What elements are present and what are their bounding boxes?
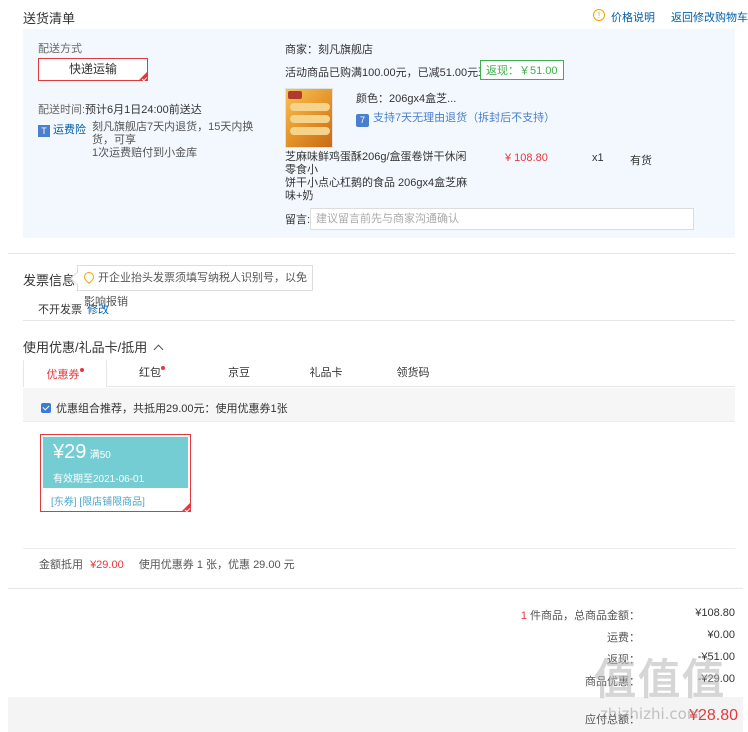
divider [23, 320, 735, 321]
shipping-box: 配送方式 快递运输 配送时间: 预计6月1日24:00前送达 T 运费险 刻凡旗舰… [23, 29, 735, 238]
price-note-link[interactable]: 价格说明 [611, 9, 655, 25]
coupon-section-title[interactable]: 使用优惠/礼品卡/抵用 [23, 337, 164, 356]
delivery-time-label: 配送时间: [38, 104, 86, 116]
goods-total: ¥108.80 [695, 607, 735, 619]
tab-redeem-code[interactable]: 领货码 [380, 359, 446, 387]
watermark-logo: 值值值 [594, 655, 727, 704]
tab-gift-card-label: 礼品卡 [309, 367, 343, 379]
tab-jd-beans[interactable]: 京豆 [209, 359, 269, 387]
tab-coupons[interactable]: 优惠券 [23, 359, 107, 387]
summary-amount: ¥29.00 [90, 559, 124, 571]
tab-coupons-label: 优惠券 [46, 369, 80, 381]
invoice-edit-link[interactable]: 修改 [87, 304, 109, 316]
invoice-tip: 开企业抬头发票须填写纳税人识别号，以免影响报销 [77, 265, 313, 308]
selected-check-icon [181, 502, 191, 512]
product-price: ¥ 108.80 [505, 152, 548, 164]
product-name-line-1: 芝麻味鲜鸡蛋酥206g/盒蛋卷饼干休闲零食小 [285, 151, 467, 176]
product-name-line-2: 饼干小点心杠鹅的食品 206gx4盒芝麻味+奶 [285, 177, 468, 202]
tab-redeem-code-label: 领货码 [396, 367, 430, 379]
coupon-tabs: 优惠券 红包 京豆 礼品卡 领货码 [23, 359, 735, 387]
delivery-method-text: 快递运输 [68, 62, 117, 76]
coupon-summary: 金额抵用 ¥29.00 使用优惠券 1 张，优惠 29.00 元 [23, 548, 735, 580]
delivery-time: 预计6月1日24:00前送达 [85, 104, 202, 116]
location-tip-icon [81, 269, 97, 285]
freight-text-line-2: 1次运费赔付到小金库 [92, 147, 198, 159]
new-dot [161, 366, 165, 370]
coupon-condition: 满50 [89, 450, 111, 461]
selected-check-icon [138, 71, 148, 81]
coupon-scope: [东券] [限店铺限商品] [51, 497, 145, 508]
chevron-up-icon [153, 344, 164, 355]
order-items-panel: 商家：刻凡旗舰店 活动商品已购满100.00元，已减51.00元现金 返现：￥5… [271, 29, 735, 238]
goods-total-label: 1 件商品，总商品金额： [420, 607, 640, 623]
item-count-label: 件商品，总商品金额： [530, 610, 640, 622]
product-color: 颜色：206gx4盒芝... [356, 93, 457, 105]
rebate-tag: 返现：￥51.00 [480, 60, 564, 80]
delivery-method-label: 配送方式 [38, 43, 82, 55]
tab-gift-card[interactable]: 礼品卡 [293, 359, 359, 387]
delivery-panel: 配送方式 快递运输 配送时间: 预计6月1日24:00前送达 T 运费险 刻凡旗舰… [23, 29, 271, 238]
product-name[interactable]: 芝麻味鲜鸡蛋酥206g/盒蛋卷饼干休闲零食小 饼干小点心杠鹅的食品 206gx4… [285, 151, 475, 203]
coupon-amount: ¥29 [53, 441, 87, 463]
seven-day-return-icon: 7 [356, 114, 369, 127]
freight-insurance[interactable]: T 运费险 [38, 121, 86, 137]
invoice-tip-text: 开企业抬头发票须填写纳税人识别号，以免影响报销 [84, 272, 307, 308]
freight-insurance-icon: T [38, 125, 50, 137]
freight-value: ¥0.00 [707, 629, 735, 641]
summary-label: 金额抵用 [39, 559, 83, 571]
freight-label: 运费： [607, 632, 640, 644]
invoice-status: 不开发票 修改 [38, 301, 109, 317]
product-image[interactable] [285, 88, 333, 148]
stock-status: 有货 [630, 155, 652, 167]
shipping-list-title: 送货清单 [23, 11, 76, 26]
tab-red-packet-label: 红包 [139, 367, 161, 379]
invoice-title: 发票信息 [23, 273, 76, 288]
promo-text: 活动商品已购满100.00元，已减51.00元现金 [285, 67, 501, 79]
delivery-method-button[interactable]: 快递运输 [38, 58, 148, 81]
info-icon[interactable]: ! [593, 9, 605, 21]
note-input[interactable]: 建议留言前先与商家沟通确认 [310, 208, 694, 230]
freight-insurance-label[interactable]: 运费险 [53, 124, 86, 136]
coupon-expiry: 有效期至2021-06-01 [53, 474, 145, 485]
summary-text: 使用优惠券 1 张，优惠 29.00 元 [138, 559, 295, 571]
note-label: 留言: [285, 214, 311, 226]
freight-text-line-1: 刻凡旗舰店7天内退货，15天内换货，可享 [92, 121, 254, 146]
coupon-title-text: 使用优惠/礼品卡/抵用 [23, 340, 148, 355]
divider [8, 253, 735, 254]
coupon-card[interactable]: ¥29 满50 有效期至2021-06-01 [东券] [限店铺限商品] [40, 434, 191, 512]
new-dot [79, 368, 84, 372]
back-to-cart-link[interactable]: 返回修改购物车 [671, 9, 748, 25]
combo-recommend-row: 优惠组合推荐，共抵用29.00元：使用优惠券1张 [23, 388, 735, 422]
tab-jd-beans-label: 京豆 [228, 367, 250, 379]
product-qty: x1 [592, 152, 604, 164]
invoice-status-text: 不开发票 [38, 304, 82, 316]
combo-recommend-text: 优惠组合推荐，共抵用29.00元：使用优惠券1张 [56, 403, 288, 415]
combo-checkbox[interactable] [41, 403, 51, 413]
combo-recommend[interactable]: 优惠组合推荐，共抵用29.00元：使用优惠券1张 [41, 400, 288, 416]
divider [8, 588, 743, 589]
freight-insurance-text: 刻凡旗舰店7天内退货，15天内换货，可享 1次运费赔付到小金库 [92, 121, 271, 160]
return-policy-text: 支持7天无理由退货（拆封后不支持） [373, 112, 556, 124]
coupon-value: ¥29 满50 [53, 441, 111, 464]
watermark-site: zhizhizhi.com [600, 705, 702, 723]
coupon-panel: 优惠组合推荐，共抵用29.00元：使用优惠券1张 ¥29 满50 有效期至202… [23, 388, 735, 580]
merchant-name: 商家：刻凡旗舰店 [285, 44, 373, 56]
coupon-card-header: ¥29 满50 有效期至2021-06-01 [43, 437, 188, 488]
item-count: 1 [520, 610, 527, 622]
tab-red-packet[interactable]: 红包 [117, 359, 187, 387]
return-policy: 7 支持7天无理由退货（拆封后不支持） [356, 109, 555, 127]
